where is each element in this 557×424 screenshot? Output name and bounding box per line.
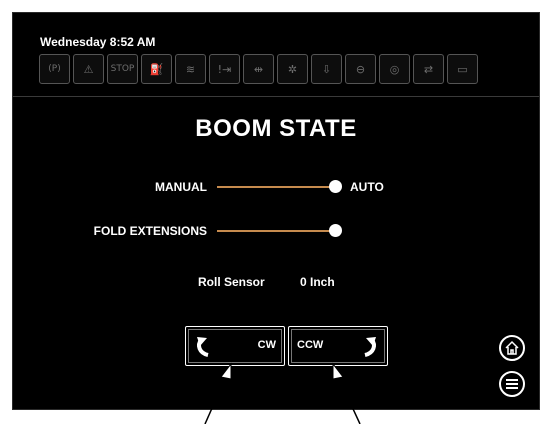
ccw-pointer-head bbox=[332, 362, 344, 380]
cw-pointer-line bbox=[204, 371, 229, 424]
annotation-arrows bbox=[204, 362, 361, 424]
cw-pointer-head bbox=[220, 362, 232, 380]
ccw-pointer-line bbox=[335, 371, 361, 424]
